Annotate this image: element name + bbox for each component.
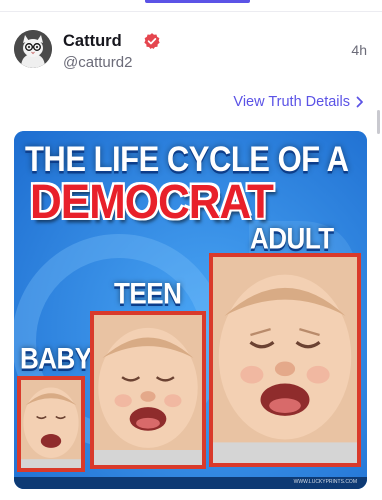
chevron-right-icon — [356, 96, 363, 108]
view-truth-details-label: View Truth Details — [233, 94, 350, 110]
stage-label-baby: BABY — [20, 341, 92, 376]
avatar[interactable] — [14, 30, 52, 68]
scrollbar[interactable] — [377, 110, 380, 134]
crying-baby-photo-small — [17, 376, 85, 472]
crying-baby-photo-large — [209, 253, 361, 467]
post-header: Catturd @catturd2 4h — [14, 30, 368, 76]
verified-badge-icon — [144, 33, 160, 49]
user-handle[interactable]: @catturd2 — [63, 54, 132, 71]
divider — [0, 11, 382, 12]
post-timestamp: 4h — [351, 42, 367, 58]
post-media-image[interactable]: THE LIFE CYCLE OF A DEMOCRAT ADULT TEEN … — [14, 131, 367, 489]
stage-label-teen: TEEN — [114, 276, 182, 311]
meme-subject: DEMOCRAT — [30, 175, 274, 229]
view-truth-details-link[interactable]: View Truth Details — [233, 94, 364, 110]
active-tab-indicator — [145, 0, 250, 3]
crying-baby-photo-medium — [90, 311, 206, 469]
display-name[interactable]: Catturd — [63, 32, 122, 51]
stage-label-adult: ADULT — [250, 221, 334, 256]
image-credit: WWW.LUCKYPRINTS.COM — [293, 479, 357, 485]
